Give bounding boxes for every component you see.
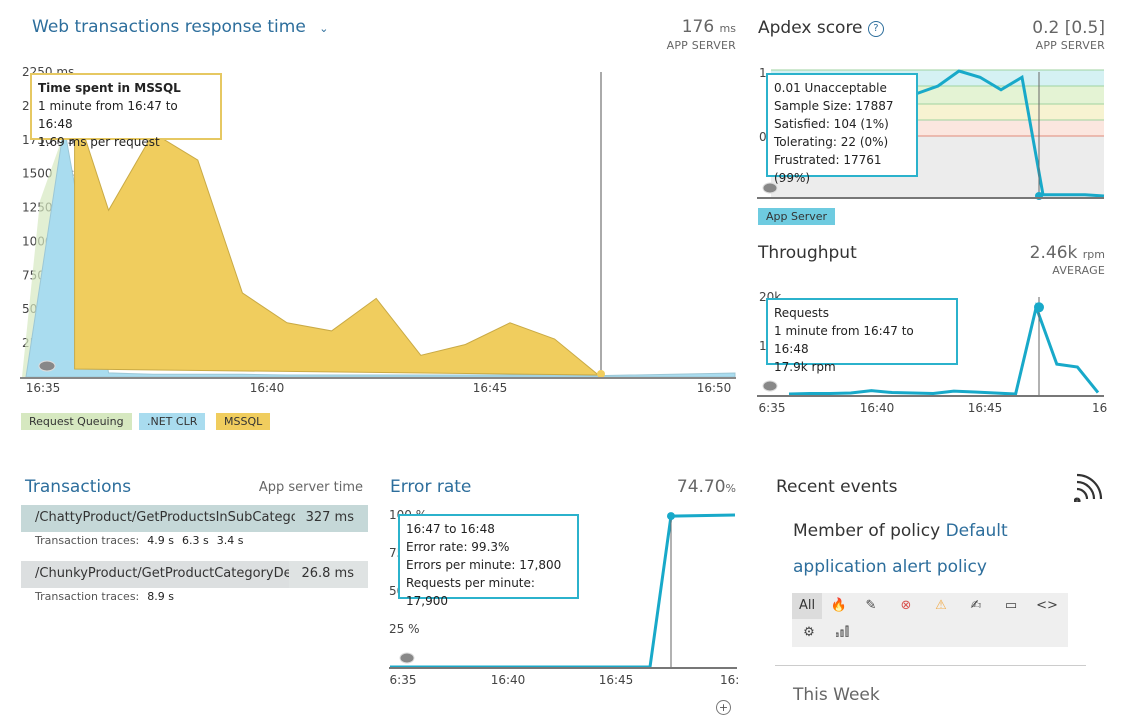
throughput-tooltip: Requests 1 minute from 16:47 to 16:48 17… xyxy=(766,298,958,374)
zoom-handle xyxy=(762,380,778,392)
web-transactions-title-text: Web transactions response time xyxy=(32,17,306,37)
event-filter-bar: All 🔥 ✎ ⊗ ⚠ ✍ ▭ <> ⚙ xyxy=(792,593,1068,647)
y-tick-label: 25 % xyxy=(389,622,420,636)
zoom-handle xyxy=(399,652,415,664)
error-tooltip-range: 16:47 to 16:48 xyxy=(406,522,495,536)
error-tooltip-rate: Error rate: 99.3% xyxy=(406,540,510,554)
hover-point xyxy=(1034,302,1044,313)
rss-feed-icon[interactable] xyxy=(1074,472,1104,502)
web-transactions-title[interactable]: Web transactions response time ⌄ xyxy=(32,17,328,37)
x-tick-label: 6:35 xyxy=(390,673,417,687)
x-tick-label: 16:5 xyxy=(1092,401,1107,415)
web-response-unit: ms xyxy=(719,22,736,35)
transaction-traces: Transaction traces: 8.9 s xyxy=(35,590,174,603)
legend-app-server[interactable]: App Server xyxy=(758,208,836,225)
bar-chart-icon[interactable] xyxy=(829,620,859,646)
apdex-tooltip: 0.01 Unacceptable Sample Size: 17887 Sat… xyxy=(766,73,918,185)
x-tick-label: 16:5 xyxy=(720,673,740,687)
code-icon[interactable]: <> xyxy=(1032,593,1062,619)
x-tick-label: 6:35 xyxy=(759,401,786,415)
filter-all-button[interactable]: All xyxy=(792,593,822,619)
help-icon[interactable]: ? xyxy=(867,21,884,37)
chevron-down-icon[interactable]: ⌄ xyxy=(319,22,328,35)
deploy-icon[interactable]: ✎ xyxy=(856,593,886,619)
error-circle-icon[interactable]: ⊗ xyxy=(891,593,921,619)
apdex-tooltip-frustrated: Frustrated: 17761 (99%) xyxy=(774,153,882,185)
error-rate-number: 74.70 xyxy=(676,477,726,497)
zoom-handle xyxy=(38,360,56,372)
transaction-row[interactable]: /ChunkyProduct/GetProductCategoryDet 26.… xyxy=(21,561,368,588)
apdex-tooltip-satisfied: Satisfied: 104 (1%) xyxy=(774,117,889,131)
apdex-title: Apdex score ? xyxy=(758,18,884,38)
throughput-value: 2.46k rpm xyxy=(1030,243,1105,263)
mssql-tooltip-title: Time spent in MSSQL xyxy=(38,81,181,95)
web-response-number: 176 xyxy=(681,17,715,37)
trace-link[interactable]: 4.9 s xyxy=(147,534,174,547)
x-tick-label: 16:40 xyxy=(250,381,285,395)
throughput-sublabel: AVERAGE xyxy=(1052,264,1105,277)
hover-point xyxy=(667,512,675,521)
throughput-tooltip-value: 17.9k rpm xyxy=(774,360,836,374)
this-week-heading: This Week xyxy=(793,685,880,705)
apdex-tooltip-title: 0.01 Unacceptable xyxy=(774,81,887,95)
transaction-name[interactable]: /ChattyProduct/GetProductsInSubCatego xyxy=(35,510,295,525)
x-tick-label: 16:40 xyxy=(860,401,895,415)
policy-membership: Member of policy Default application ale… xyxy=(793,513,1093,585)
warning-icon[interactable]: ⚠ xyxy=(926,593,956,619)
x-tick-label: 16:50 xyxy=(697,381,732,395)
apdex-tooltip-sample: Sample Size: 17887 xyxy=(774,99,894,113)
divider xyxy=(775,665,1086,666)
x-tick-label: 16:45 xyxy=(473,381,508,395)
error-rate-tooltip: 16:47 to 16:48 Error rate: 99.3% Errors … xyxy=(398,514,579,608)
transaction-traces: Transaction traces: 4.9 s 6.3 s 3.4 s xyxy=(35,534,243,547)
throughput-tooltip-title: Requests xyxy=(774,306,829,320)
x-tick-label: 16:45 xyxy=(968,401,1003,415)
edit-icon[interactable]: ✍ xyxy=(961,593,991,619)
web-response-value: 176 ms xyxy=(682,17,736,37)
x-tick-label: 16:35 xyxy=(26,381,61,395)
policy-link-cont[interactable]: application alert policy xyxy=(793,557,987,577)
mssql-tooltip: Time spent in MSSQL 1 minute from 16:47 … xyxy=(30,73,222,149)
throughput-tooltip-range: 1 minute from 16:47 to 16:48 xyxy=(774,324,914,356)
apdex-value: 0.2 [0.5] xyxy=(1032,18,1105,38)
error-rate-value: 74.70% xyxy=(677,477,736,497)
throughput-number: 2.46k xyxy=(1029,243,1078,263)
error-rate-unit: % xyxy=(725,482,736,495)
apdex-title-text: Apdex score xyxy=(758,18,863,38)
mssql-tooltip-range: 1 minute from 16:47 to 16:48 xyxy=(38,99,178,131)
error-tooltip-requests: Requests per minute: 17,900 xyxy=(406,576,535,608)
throughput-title: Throughput xyxy=(758,243,857,263)
apdex-tooltip-tolerating: Tolerating: 22 (0%) xyxy=(774,135,889,149)
legend-request-queuing[interactable]: Request Queuing xyxy=(21,413,132,430)
transaction-time: 26.8 ms xyxy=(301,566,354,581)
gear-icon[interactable]: ⚙ xyxy=(794,620,824,646)
fire-icon[interactable]: 🔥 xyxy=(824,593,854,619)
hover-point xyxy=(597,370,605,378)
mssql-tooltip-value: 1.69 ms per request xyxy=(38,135,160,149)
trace-link[interactable]: 8.9 s xyxy=(147,590,174,603)
error-tooltip-errors: Errors per minute: 17,800 xyxy=(406,558,562,572)
trace-link[interactable]: 6.3 s xyxy=(182,534,209,547)
legend-mssql[interactable]: MSSQL xyxy=(216,413,271,430)
transactions-sublabel: App server time xyxy=(258,480,363,495)
x-tick-label: 16:45 xyxy=(599,673,634,687)
transaction-row[interactable]: /ChattyProduct/GetProductsInSubCatego 32… xyxy=(21,505,368,532)
error-rate-title[interactable]: Error rate xyxy=(390,477,471,497)
x-tick-label: 16:40 xyxy=(491,673,526,687)
transactions-title[interactable]: Transactions xyxy=(25,477,131,497)
traces-label: Transaction traces: xyxy=(35,534,140,547)
apdex-sublabel: APP SERVER xyxy=(1035,39,1105,52)
web-response-sublabel: APP SERVER xyxy=(666,39,736,52)
traces-label: Transaction traces: xyxy=(35,590,140,603)
legend-net-clr[interactable]: .NET CLR xyxy=(139,413,206,430)
comment-icon[interactable]: ▭ xyxy=(996,593,1026,619)
transaction-time: 327 ms xyxy=(305,510,354,525)
trace-link[interactable]: 3.4 s xyxy=(217,534,244,547)
policy-link[interactable]: Default xyxy=(946,521,1008,541)
policy-prefix: Member of policy xyxy=(793,521,941,541)
throughput-unit: rpm xyxy=(1082,248,1105,261)
recent-events-title: Recent events xyxy=(776,477,898,497)
transaction-name[interactable]: /ChunkyProduct/GetProductCategoryDet xyxy=(35,566,289,581)
